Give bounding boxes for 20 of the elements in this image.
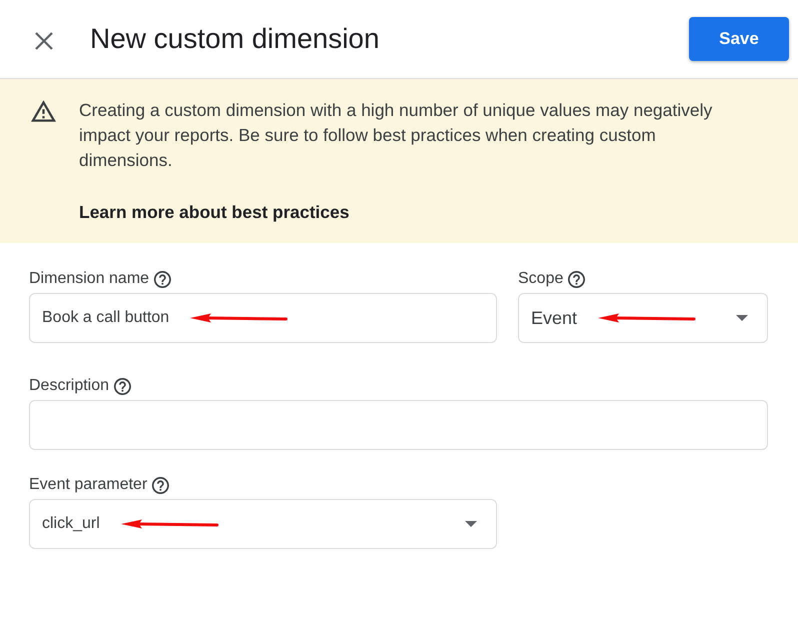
- help-icon: [154, 270, 172, 288]
- field-label: Scope: [518, 270, 564, 288]
- field-label: Description: [29, 377, 110, 395]
- save-button[interactable]: Save: [689, 17, 789, 61]
- field-label: Dimension name: [29, 270, 150, 288]
- warning-message: Creating a custom dimension with a high number of unique values may negatively impact your reports. Be sure to follow best practices when creating custom dimensions.: [79, 99, 714, 172]
- close-icon[interactable]: [35, 32, 53, 50]
- dropdown-field[interactable]: Event: [518, 293, 768, 343]
- caret-icon: [736, 315, 748, 321]
- caret-icon: [465, 521, 477, 527]
- text-field[interactable]: Book a call button: [29, 293, 497, 343]
- learn-more-link[interactable]: Learn more about best practices: [79, 200, 350, 225]
- dropdown-field[interactable]: click_url: [29, 499, 497, 549]
- field-label: Event parameter: [29, 476, 148, 494]
- help-icon: [114, 378, 132, 394]
- dialog-title: New custom dimension: [90, 23, 380, 55]
- text-field[interactable]: [29, 400, 768, 450]
- help-icon: [568, 270, 586, 288]
- warning-icon: [31, 100, 56, 122]
- help-icon: [152, 476, 170, 494]
